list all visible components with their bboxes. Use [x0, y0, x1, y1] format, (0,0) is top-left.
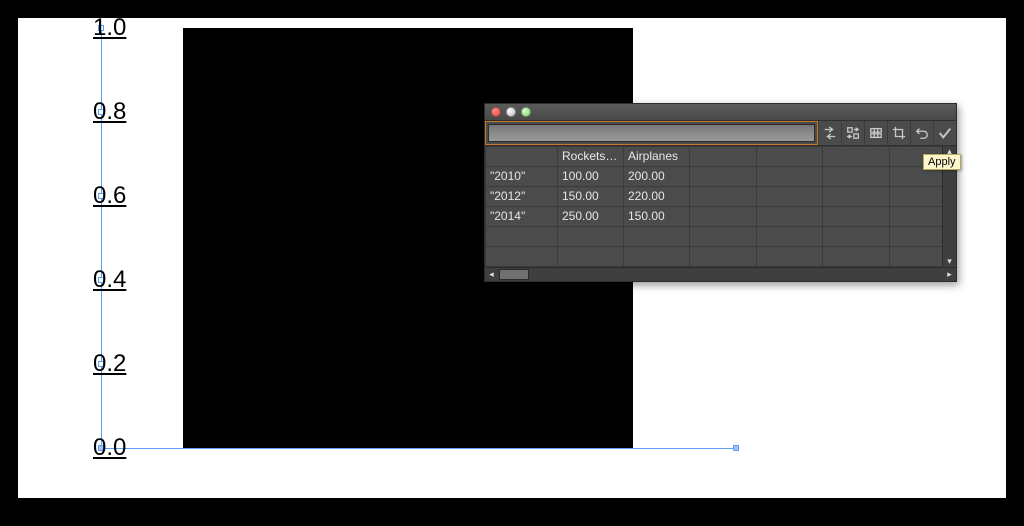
swap-rows-icon[interactable] [841, 121, 864, 145]
panel-grid: Rocketsh... Airplanes "2010"100.00200.00… [485, 146, 956, 267]
transpose-icon[interactable] [818, 121, 841, 145]
panel-toolbar-icons [818, 121, 956, 145]
scroll-thumb[interactable] [499, 269, 529, 280]
table-cell[interactable] [823, 187, 890, 207]
table-cell[interactable] [558, 247, 624, 267]
table-cell[interactable]: 200.00 [624, 167, 690, 187]
table-cell[interactable]: "2014" [486, 207, 558, 227]
table-cell[interactable] [823, 247, 890, 267]
scroll-left-icon[interactable]: ◂ [485, 269, 498, 280]
table-cell[interactable] [756, 247, 823, 267]
table-cell[interactable] [486, 227, 558, 247]
scroll-down-icon[interactable]: ▾ [943, 256, 956, 267]
table-header[interactable] [486, 147, 558, 167]
table-header[interactable]: Rocketsh... [558, 147, 624, 167]
zoom-icon[interactable] [521, 107, 531, 117]
data-panel[interactable]: Rocketsh... Airplanes "2010"100.00200.00… [484, 103, 957, 282]
panel-toolbar [485, 120, 956, 146]
canvas: 0.00.20.40.60.81.0 [18, 18, 1006, 498]
table-header[interactable] [823, 147, 890, 167]
table-cell[interactable] [690, 207, 757, 227]
undo-icon[interactable] [910, 121, 933, 145]
table-cell[interactable]: 100.00 [558, 167, 624, 187]
panel-search-input[interactable] [488, 124, 815, 142]
table-cell[interactable] [690, 167, 757, 187]
close-icon[interactable] [491, 107, 501, 117]
table-cell[interactable]: 150.00 [558, 187, 624, 207]
table-cell[interactable]: "2010" [486, 167, 558, 187]
table-cell[interactable]: "2012" [486, 187, 558, 207]
table-cell[interactable]: 150.00 [624, 207, 690, 227]
swap-cols-icon[interactable] [864, 121, 887, 145]
table-cell[interactable] [756, 187, 823, 207]
table-cell[interactable] [624, 247, 690, 267]
table-row: "2014"250.00150.00 [486, 207, 956, 227]
data-table[interactable]: Rocketsh... Airplanes "2010"100.00200.00… [485, 146, 956, 267]
panel-search-wrap [485, 121, 818, 145]
table-cell[interactable] [690, 187, 757, 207]
table-cell[interactable] [823, 207, 890, 227]
table-cell[interactable] [823, 167, 890, 187]
table-row: "2010"100.00200.00 [486, 167, 956, 187]
table-row [486, 247, 956, 267]
apply-tooltip: Apply [923, 154, 961, 170]
horizontal-scrollbar[interactable]: ◂ ▸ [485, 267, 956, 281]
x-axis-line [101, 448, 736, 449]
table-cell[interactable]: 220.00 [624, 187, 690, 207]
table-header[interactable]: Airplanes [624, 147, 690, 167]
table-cell[interactable] [486, 247, 558, 267]
scroll-right-icon[interactable]: ▸ [943, 269, 956, 280]
table-header[interactable] [690, 147, 757, 167]
table-cell[interactable] [756, 167, 823, 187]
table-row [486, 227, 956, 247]
table-cell[interactable] [558, 227, 624, 247]
table-cell[interactable] [756, 227, 823, 247]
table-cell[interactable] [756, 207, 823, 227]
minimize-icon[interactable] [506, 107, 516, 117]
x-axis-end-handle[interactable] [733, 445, 739, 451]
table-cell[interactable] [823, 227, 890, 247]
apply-button[interactable] [933, 121, 956, 145]
table-cell[interactable]: 250.00 [558, 207, 624, 227]
table-header-row: Rocketsh... Airplanes [486, 147, 956, 167]
table-cell[interactable] [690, 247, 757, 267]
y-axis-line [101, 28, 102, 448]
table-row: "2012"150.00220.00 [486, 187, 956, 207]
table-cell[interactable] [624, 227, 690, 247]
crop-icon[interactable] [887, 121, 910, 145]
table-cell[interactable] [690, 227, 757, 247]
panel-titlebar[interactable] [485, 104, 956, 120]
table-header[interactable] [756, 147, 823, 167]
